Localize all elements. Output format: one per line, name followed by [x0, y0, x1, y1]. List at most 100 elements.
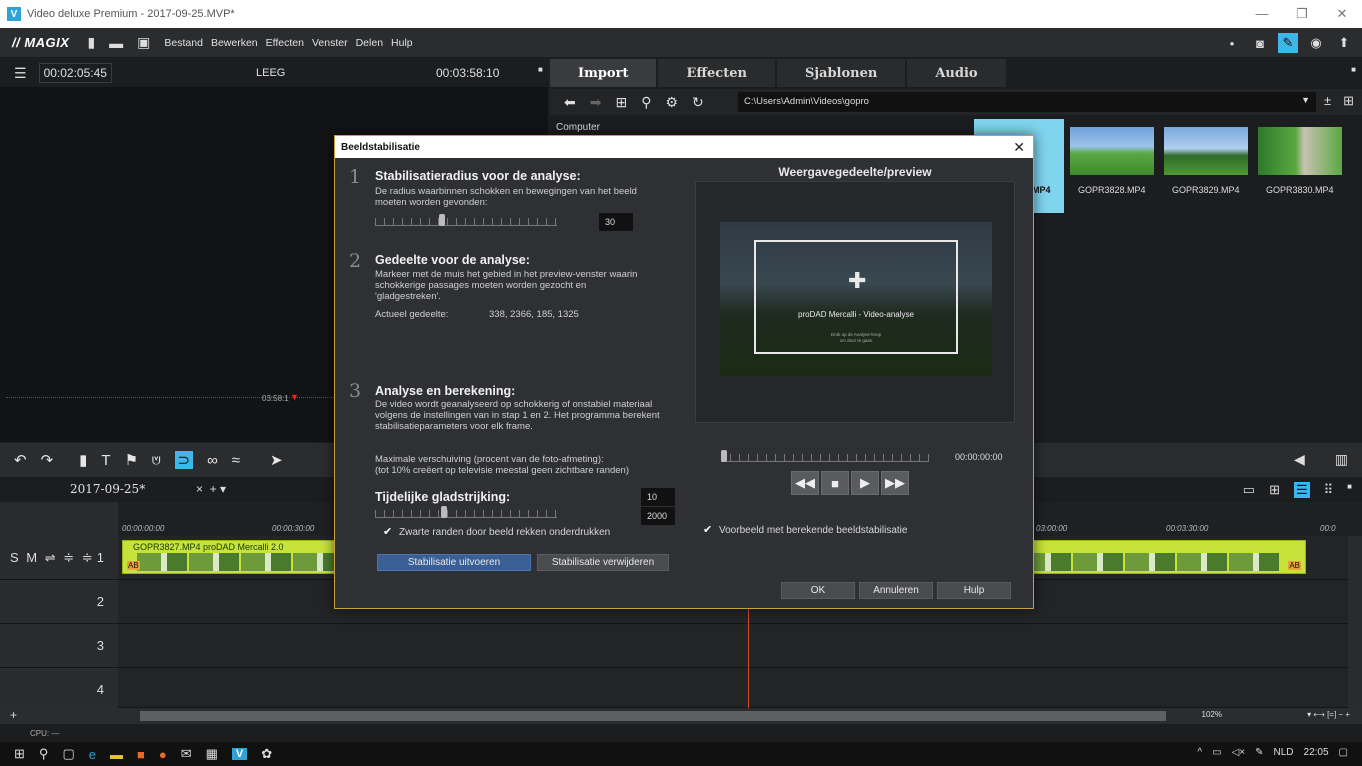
upload-icon[interactable]: ⬆ — [1334, 33, 1354, 53]
analysis-region-frame[interactable]: ✚ proDAD Mercalli - Video-analyse Druk o… — [754, 240, 958, 354]
mail-icon[interactable]: ✉ — [181, 746, 192, 762]
preview-position-slider[interactable] — [721, 450, 929, 462]
scroll-thumb[interactable] — [140, 711, 1166, 721]
forward-icon[interactable]: ➡ — [590, 94, 602, 111]
chevron-down-icon[interactable]: ▼ — [1301, 95, 1310, 105]
help-button[interactable]: Hulp — [937, 582, 1011, 599]
ok-button[interactable]: OK — [781, 582, 855, 599]
volume-icon[interactable]: ◀ — [1294, 451, 1305, 468]
radius-slider[interactable] — [375, 214, 557, 226]
stop-icon[interactable]: ■ — [821, 471, 849, 495]
timecode-current[interactable]: 00:02:05:45 — [38, 63, 112, 83]
unlink-icon[interactable]: ≈ — [232, 452, 240, 469]
menu-venster[interactable]: Venster — [312, 37, 348, 49]
view-single-icon[interactable]: ▭ — [1243, 482, 1255, 498]
tray-clock[interactable]: 22:05 — [1304, 747, 1329, 758]
pin-timeline-icon[interactable]: ■ — [1347, 482, 1352, 498]
menu-bewerken[interactable]: Bewerken — [211, 37, 258, 49]
save-icon[interactable]: ▣ — [137, 34, 150, 51]
radius-value[interactable]: 30 — [599, 213, 633, 231]
tab-effecten[interactable]: Effecten — [658, 59, 775, 87]
new-file-icon[interactable]: ▮ — [87, 34, 95, 51]
smoothing-slider[interactable] — [375, 506, 557, 518]
tab-audio[interactable]: Audio — [907, 59, 1006, 87]
max-shift-value[interactable]: 10 — [641, 488, 675, 506]
undo-icon[interactable]: ↶ — [14, 451, 27, 469]
volume-tray-icon[interactable]: ◁× — [1232, 747, 1246, 758]
file-thumb-3828[interactable] — [1070, 127, 1154, 175]
rewind-icon[interactable]: ◀◀ — [791, 471, 819, 495]
gear-icon[interactable]: ⚙ — [665, 94, 678, 111]
search-taskbar-icon[interactable]: ⚲ — [39, 746, 49, 762]
preview-area[interactable]: ✚ proDAD Mercalli - Video-analyse Druk o… — [695, 181, 1015, 423]
view-timeline-icon[interactable]: ☰ — [1293, 482, 1310, 498]
menu-hulp[interactable]: Hulp — [391, 37, 413, 49]
zoom-controls-icon[interactable]: ▾ ⟷ [=] − + — [1307, 710, 1350, 719]
cursor-icon[interactable]: ➤ — [270, 451, 283, 469]
black-borders-checkbox[interactable]: ✔ Zwarte randen door beeld rekken onderdr… — [383, 527, 610, 539]
preview-slider-knob[interactable] — [721, 450, 727, 462]
media-pin-icon[interactable]: ■ — [1351, 65, 1356, 74]
magix-taskbar-icon[interactable]: V — [231, 748, 248, 760]
horizontal-scrollbar[interactable]: + 102% ▾ ⟷ [=] − + — [0, 708, 1362, 724]
close-window-button[interactable]: ✕ — [1322, 0, 1362, 28]
store-icon[interactable]: ▦ — [206, 746, 218, 762]
path-field[interactable]: C:\Users\Admin\Videos\gopro ▼ — [738, 92, 1316, 112]
track-3[interactable]: 3 — [0, 624, 1362, 668]
pen-icon[interactable]: ✎ — [1255, 747, 1263, 758]
tab-import[interactable]: Import — [550, 59, 657, 87]
view-storyboard-icon[interactable]: ⊞ — [1269, 482, 1280, 498]
open-folder-icon[interactable]: ▬ — [109, 35, 123, 51]
edge-icon[interactable]: e — [89, 747, 96, 762]
grid-view-icon[interactable]: ⊞ — [1343, 93, 1354, 109]
menu-delen[interactable]: Delen — [356, 37, 383, 49]
network-icon[interactable]: ▭ — [1212, 747, 1221, 758]
vertical-scrollbar[interactable] — [1348, 536, 1362, 708]
maximize-button[interactable]: ❐ — [1282, 0, 1322, 28]
add-track-icon[interactable]: + — [10, 708, 17, 722]
magnet-icon[interactable]: ⊃ — [174, 451, 194, 469]
hamburger-icon[interactable]: ☰ — [14, 65, 27, 82]
file-thumb-3830[interactable] — [1258, 127, 1342, 175]
disc-icon[interactable]: ◉ — [1306, 33, 1326, 53]
file-thumb-3829[interactable] — [1164, 127, 1248, 175]
run-stabilization-button[interactable]: Stabilisatie uitvoeren — [377, 554, 531, 571]
smoothing-slider-knob[interactable] — [441, 506, 447, 518]
delete-icon[interactable]: ▮ — [79, 451, 87, 469]
tray-chevron-icon[interactable]: ^ — [1197, 747, 1202, 758]
back-icon[interactable]: ⬅ — [564, 94, 576, 111]
smoothing-value[interactable]: 2000 — [641, 507, 675, 525]
dot-icon[interactable]: ● — [1222, 33, 1242, 53]
preview-stabilized-checkbox[interactable]: ✔ Voorbeeld met berekende beeldstabilisat… — [703, 525, 907, 537]
link-icon[interactable]: ∞ — [207, 452, 218, 469]
brush-icon[interactable]: ✎ — [1278, 33, 1298, 53]
track-controls[interactable]: S M ⇌ ≑ ≑ — [10, 550, 95, 566]
search-icon[interactable]: ⚲ — [641, 94, 651, 111]
menu-effecten[interactable]: Effecten — [266, 37, 304, 49]
menu-bestand[interactable]: Bestand — [164, 37, 203, 49]
minimize-button[interactable]: — — [1242, 0, 1282, 28]
firefox-icon[interactable]: ● — [159, 747, 167, 762]
play-preview-icon[interactable]: ▶ — [851, 471, 879, 495]
text-icon[interactable]: T — [101, 452, 110, 469]
mixer-icon[interactable]: ▥ — [1335, 451, 1348, 468]
fast-forward-icon[interactable]: ▶▶ — [881, 471, 909, 495]
windows-start-icon[interactable]: ⊞ — [14, 746, 25, 762]
plus-minus-icon[interactable]: ± — [1324, 93, 1331, 109]
office-icon[interactable]: ■ — [137, 747, 145, 762]
remove-stabilization-button[interactable]: Stabilisatie verwijderen — [537, 554, 669, 571]
paint-icon[interactable]: ✿ — [261, 746, 272, 762]
marker-flag-icon[interactable]: ⚑ — [125, 451, 138, 469]
dialog-close-icon[interactable]: ✕ — [1013, 139, 1025, 156]
close-project-icon[interactable]: × + ▾ — [196, 482, 226, 496]
view-scene-icon[interactable]: ⠿ — [1324, 482, 1334, 498]
cancel-button[interactable]: Annuleren — [859, 582, 933, 599]
tree-icon[interactable]: ⊞ — [615, 94, 627, 111]
redo-icon[interactable]: ↷ — [41, 451, 54, 469]
tab-sjablonen[interactable]: Sjablonen — [776, 59, 906, 87]
refresh-icon[interactable]: ↻ — [692, 94, 704, 111]
notifications-icon[interactable]: ▢ — [1339, 747, 1348, 758]
cut-icon[interactable]: ⩅ — [152, 452, 160, 469]
pin-icon[interactable]: ■ — [538, 65, 543, 74]
task-view-icon[interactable]: ▢ — [62, 746, 74, 762]
